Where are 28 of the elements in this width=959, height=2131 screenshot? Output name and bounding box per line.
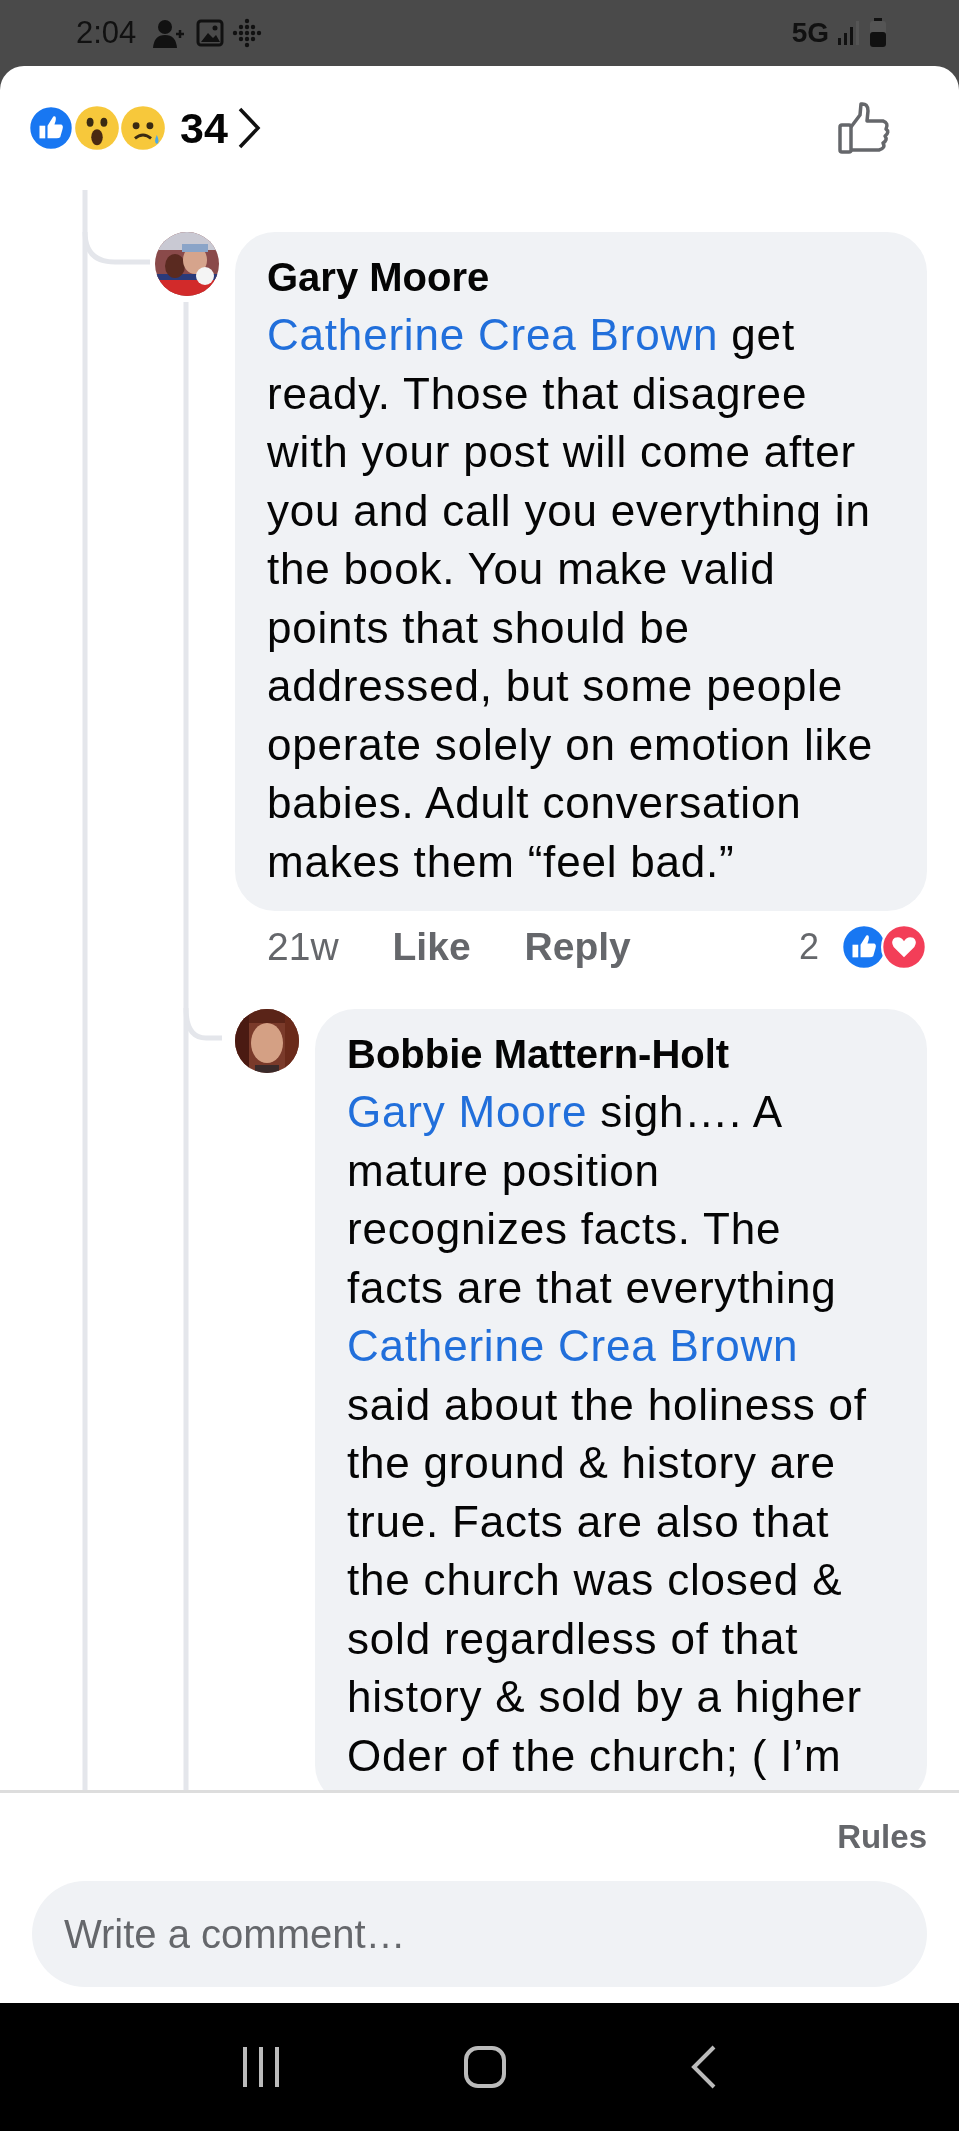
comment-text: Catherine Crea Brown get ready. Those that disagree with your post will come after you and call you everything in the book. You make valid points that should be addressed, but some people operate solely on emotion like babies. Adult conversation makes them “feel bad.” <box>267 309 875 888</box>
network-label: 5G <box>791 17 829 49</box>
mention-link[interactable]: Gary Moore <box>347 1087 588 1136</box>
reaction-count[interactable]: 34 <box>180 103 228 153</box>
mention-link[interactable]: Catherine Crea Brown <box>267 310 719 359</box>
sad-emoji-icon <box>120 105 166 151</box>
surprised-emoji-icon <box>74 105 120 151</box>
comment-author[interactable]: Gary Moore <box>267 248 901 306</box>
like-reaction-icon <box>28 105 74 151</box>
comment-action[interactable]: Reply <box>524 925 631 969</box>
rules-link[interactable]: Rules <box>837 1818 927 1856</box>
battery-icon <box>869 18 887 48</box>
reaction-count[interactable]: 2 <box>798 926 819 968</box>
mention-link[interactable]: Catherine Crea Brown <box>347 1321 799 1370</box>
thumbs-up-icon[interactable] <box>837 101 891 155</box>
back-icon[interactable] <box>689 2045 718 2089</box>
comment-action[interactable]: Like <box>392 925 471 969</box>
status-time: 2:04 <box>76 15 137 51</box>
heart-reaction-icon <box>881 924 927 970</box>
dots-icon <box>232 18 263 48</box>
comment-author[interactable]: Bobbie Mattern-Holt <box>347 1025 883 1083</box>
signal-icon <box>837 20 861 46</box>
comment-text: Gary Moore sigh…. A mature position recognizes facts. The facts are that everything Catherine Crea Brown said about the holiness of the ground & history are true. Facts are also that the church was closed & sold regardless of that history & sold by a higher Oder of the church; ( I’m <box>347 1086 868 1782</box>
recent-apps-icon[interactable] <box>241 2045 282 2089</box>
comment-time: 21w <box>267 925 339 969</box>
comment-input-field[interactable]: Write a comment… <box>32 1881 927 1987</box>
image-icon <box>196 19 225 47</box>
home-icon[interactable] <box>463 2045 508 2089</box>
